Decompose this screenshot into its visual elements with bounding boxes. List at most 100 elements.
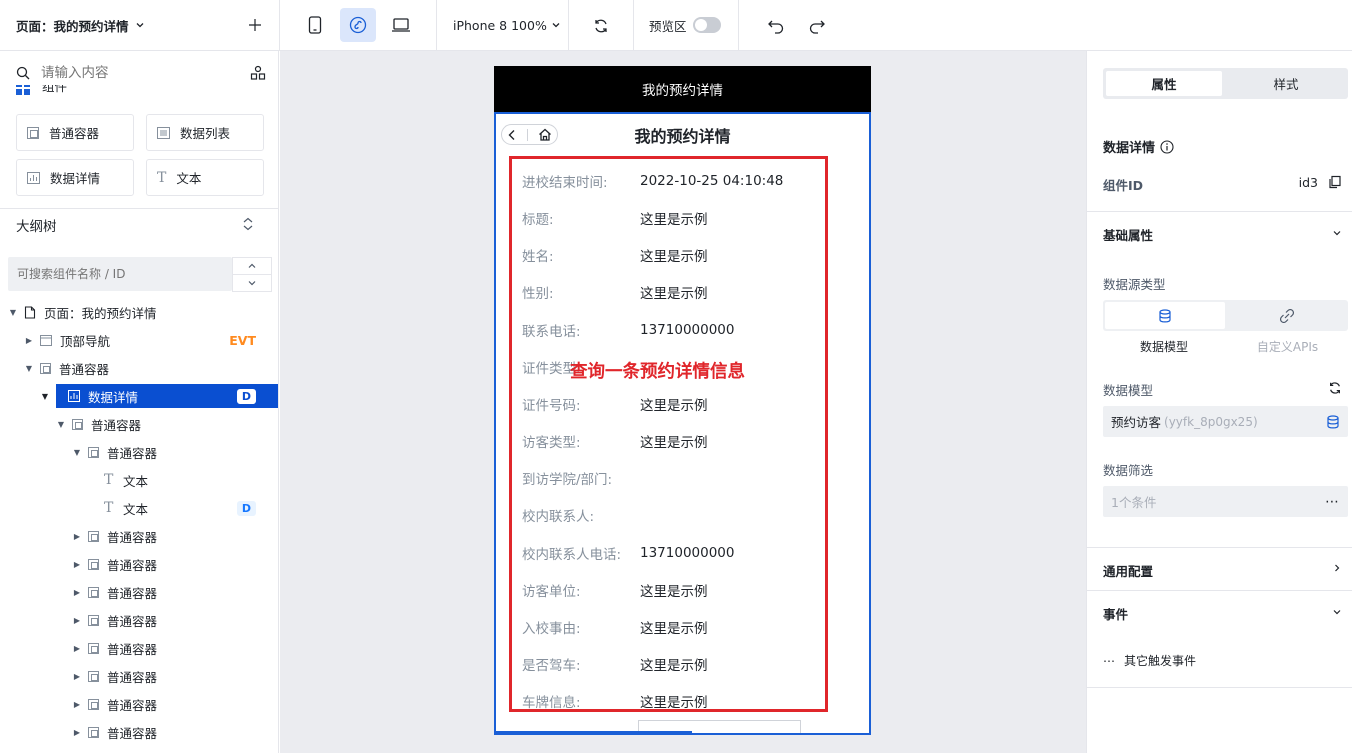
- stepper-down[interactable]: [233, 275, 271, 291]
- more-icon[interactable]: ⋯: [1325, 494, 1340, 510]
- field-label: 联系电话:: [522, 324, 581, 340]
- tree-row-label: 页面：我的预约详情: [44, 305, 157, 321]
- caret-right-icon[interactable]: ▶: [72, 559, 82, 569]
- outline-search-input[interactable]: [17, 267, 227, 281]
- tree-row[interactable]: ▶ 普通容器: [0, 550, 278, 578]
- tab-style[interactable]: 样式: [1227, 71, 1345, 96]
- datasource-model-label: 数据模型: [1139, 340, 1188, 354]
- page-selector[interactable]: 页面：我的预约详情: [16, 0, 145, 50]
- more-icon: ⋯: [1103, 653, 1116, 668]
- chevron-down-icon: [248, 281, 256, 286]
- caret-down-icon[interactable]: ▼: [72, 447, 82, 457]
- filter-field[interactable]: 1个条件 ⋯: [1103, 486, 1348, 517]
- expand-collapse-icon[interactable]: [242, 217, 254, 231]
- general-section-title[interactable]: 通用配置: [1103, 561, 1153, 580]
- container-icon: [27, 126, 39, 139]
- tree-row[interactable]: ▼ 普通容器: [0, 438, 278, 466]
- add-page-button[interactable]: [245, 15, 265, 35]
- info-icon[interactable]: [1160, 139, 1174, 154]
- tree-row[interactable]: ▼ 普通容器: [0, 354, 278, 382]
- refresh-button[interactable]: [590, 15, 612, 37]
- component-text[interactable]: T 文本: [146, 159, 264, 196]
- caret-right-icon[interactable]: ▶: [72, 727, 82, 737]
- component-library-icon[interactable]: [250, 65, 266, 81]
- tree-row[interactable]: ▶ 普通容器: [0, 606, 278, 634]
- data-model-select[interactable]: 预约访客 (yyfk_8p0gx25): [1103, 406, 1348, 437]
- undo-button[interactable]: [765, 15, 787, 37]
- tree-row[interactable]: ▼ 数据详情 D: [0, 382, 278, 410]
- caret-right-icon[interactable]: ▶: [72, 671, 82, 681]
- datasource-model-option[interactable]: [1105, 302, 1225, 329]
- container-icon: [88, 726, 99, 738]
- component-search-input[interactable]: [41, 65, 221, 81]
- tree-row[interactable]: T 文本: [0, 466, 278, 494]
- device-selector[interactable]: iPhone 8 100%: [453, 0, 561, 50]
- event-badge: EVT: [229, 332, 256, 348]
- caret-right-icon[interactable]: ▶: [72, 699, 82, 709]
- redo-button[interactable]: [806, 15, 828, 37]
- other-events-row[interactable]: ⋯ 其它触发事件: [1103, 652, 1196, 669]
- tree-row[interactable]: ▶ 普通容器: [0, 718, 278, 746]
- tree-row[interactable]: ▶ 普通容器: [0, 634, 278, 662]
- tree-row[interactable]: ▼ 普通容器: [0, 410, 278, 438]
- tree-row-label: 普通容器: [107, 585, 158, 601]
- caret-down-icon[interactable]: ▼: [56, 419, 66, 429]
- outline-stepper: [232, 257, 272, 292]
- stepper-up[interactable]: [233, 258, 271, 275]
- tree-row[interactable]: ▶ 普通容器: [0, 690, 278, 718]
- phone-status-header: 我的预约详情: [494, 66, 871, 112]
- text-icon: T: [104, 500, 114, 516]
- copy-icon[interactable]: [1328, 175, 1342, 189]
- caret-spacer: [88, 503, 98, 513]
- detail-field-row: 进校结束时间: 2022-10-25 04:10:48: [522, 171, 783, 191]
- tree-row-label: 普通容器: [107, 641, 158, 657]
- tree-row-label: 普通容器: [107, 613, 158, 629]
- tree-row[interactable]: ▶ 普通容器: [0, 662, 278, 690]
- page-icon: [24, 305, 36, 319]
- component-container[interactable]: 普通容器: [16, 114, 134, 151]
- refresh-icon[interactable]: [1328, 381, 1342, 395]
- nav-icon: [40, 334, 52, 346]
- miniprogram-view-button[interactable]: [340, 8, 376, 42]
- phone-page-body[interactable]: 我的预约详情 进校结束时间: 2022-10-25 04:10:48 标题: 这里是示…: [494, 112, 871, 735]
- tab-properties[interactable]: 属性: [1106, 71, 1222, 96]
- caret-right-icon[interactable]: ▶: [72, 587, 82, 597]
- events-section-title[interactable]: 事件: [1103, 604, 1128, 623]
- mobile-view-button[interactable]: [298, 8, 332, 42]
- top-toolbar: 页面：我的预约详情 iPhone 8 100% 预览区: [0, 0, 1352, 51]
- detail-field-row: 入校事由: 这里是示例: [522, 617, 708, 637]
- field-value: 13710000000: [640, 545, 735, 561]
- component-title: 数据详情: [1103, 141, 1156, 156]
- caret-right-icon[interactable]: ▶: [72, 531, 82, 541]
- caret-spacer: [88, 475, 98, 485]
- tree-row[interactable]: ▼ 页面：我的预约详情: [0, 298, 278, 326]
- field-value: 这里是示例: [640, 695, 708, 711]
- component-data-list[interactable]: 数据列表: [146, 114, 264, 151]
- datasource-api-option[interactable]: [1227, 302, 1346, 329]
- caret-down-icon[interactable]: ▼: [40, 391, 50, 401]
- field-label: 校内联系人电话:: [522, 547, 622, 563]
- device-label: iPhone 8 100%: [453, 17, 547, 33]
- caret-down-icon[interactable]: ▼: [24, 363, 34, 373]
- caret-right-icon[interactable]: ▶: [24, 335, 34, 345]
- tree-row[interactable]: ▶ 普通容器: [0, 522, 278, 550]
- component-data-detail[interactable]: 数据详情: [16, 159, 134, 196]
- divider: [633, 0, 634, 50]
- caret-right-icon[interactable]: ▶: [72, 643, 82, 653]
- caret-right-icon[interactable]: ▶: [72, 615, 82, 625]
- preview-toggle[interactable]: [692, 17, 721, 33]
- chevron-down-icon[interactable]: [1332, 228, 1342, 238]
- chevron-right-icon[interactable]: [1332, 563, 1342, 573]
- desktop-view-button[interactable]: [384, 8, 418, 42]
- chevron-down-icon: [552, 23, 560, 28]
- tree-row[interactable]: ▶ 普通容器: [0, 578, 278, 606]
- caret-down-icon[interactable]: ▼: [8, 307, 18, 317]
- divider: [1087, 687, 1352, 688]
- chevron-down-icon[interactable]: [1332, 607, 1342, 617]
- search-icon: [16, 66, 30, 80]
- laptop-icon: [392, 18, 410, 32]
- tree-row[interactable]: ▶ 顶部导航 EVT: [0, 326, 278, 354]
- miniprogram-icon: [349, 16, 367, 34]
- tree-row[interactable]: T 文本 D: [0, 494, 278, 522]
- detail-field-row: 标题: 这里是示例: [522, 208, 708, 228]
